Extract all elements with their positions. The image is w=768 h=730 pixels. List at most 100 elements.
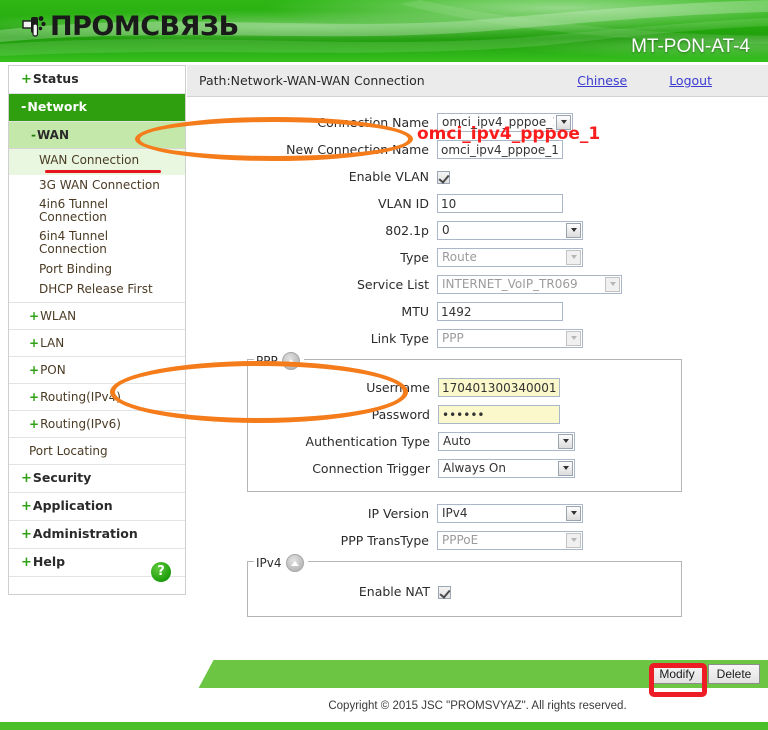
mtu-label: MTU — [401, 303, 429, 319]
type-value: Route — [442, 250, 477, 264]
enable-vlan-checkbox[interactable] — [437, 170, 450, 184]
expand-plus-icon: + — [21, 471, 32, 486]
sidebar-item-label: WAN — [36, 128, 70, 142]
chevron-down-icon[interactable] — [566, 222, 581, 238]
ip-version-select[interactable]: IPv4 — [437, 503, 583, 523]
help-question-icon[interactable]: ? — [151, 562, 171, 582]
sidebar-item-label: WLAN — [40, 309, 77, 323]
ppp-legend-label: PPP — [256, 354, 278, 368]
mtu-input[interactable] — [437, 302, 563, 322]
ipv4-panel-legend: IPv4 — [254, 554, 308, 572]
mtu-control — [437, 301, 563, 322]
sidebar-item-label: DHCP Release First — [39, 282, 153, 296]
row-ppp-transtype: PPP TransType PPPoE — [187, 529, 768, 551]
sidebar-item-lan[interactable]: +LAN — [9, 330, 185, 357]
ppp-transtype-control: PPPoE — [437, 530, 583, 550]
vlan-id-input[interactable] — [437, 194, 563, 214]
sidebar-item-dhcp-release-first[interactable]: DHCP Release First — [9, 279, 185, 303]
sidebar-item-pon[interactable]: +PON — [9, 357, 185, 384]
chevron-up-collapse-icon[interactable] — [281, 352, 300, 370]
row-username: Username — [248, 376, 681, 398]
sidebar-item-network[interactable]: -Network — [9, 94, 185, 122]
chevron-down-icon[interactable] — [558, 433, 573, 449]
row-auth-type: Authentication Type Auto — [248, 430, 681, 452]
sidebar-item-label: Help — [32, 554, 66, 569]
sidebar-item-4in6-tunnel-connection[interactable]: 4in6 Tunnel Connection — [9, 195, 185, 227]
ppp-transtype-select: PPPoE — [437, 530, 583, 550]
sidebar-item-label: 6in4 Tunnel Connection — [39, 229, 109, 256]
page-root: ПРОМСВЯЗЬ MT-PON-AT-4 +Status -Network -… — [0, 0, 768, 730]
expand-plus-icon: + — [21, 499, 32, 514]
sidebar-item-label: Network — [27, 99, 87, 114]
dot1p-select[interactable]: 0 — [437, 220, 583, 240]
sidebar-item-label: 4in6 Tunnel Connection — [39, 197, 109, 224]
enable-vlan-control — [437, 167, 450, 186]
sidebar-item-label: Port Locating — [29, 444, 108, 458]
device-model: MT-PON-AT-4 — [631, 36, 750, 57]
sidebar-item-application[interactable]: +Application — [9, 493, 185, 521]
sidebar-item-status[interactable]: +Status — [9, 66, 185, 94]
service-list-control: INTERNET_VoIP_TR069 — [437, 274, 622, 294]
auth-type-control: Auto — [438, 431, 575, 451]
link-type-select: PPP — [437, 328, 583, 348]
row-vlan-id: VLAN ID — [187, 192, 768, 214]
username-input[interactable] — [438, 378, 560, 398]
chevron-down-icon[interactable] — [558, 460, 573, 476]
sidebar-item-port-locating[interactable]: Port Locating — [9, 438, 185, 465]
row-link-type: Link Type PPP — [187, 327, 768, 349]
expand-plus-icon: + — [29, 417, 40, 431]
service-list-label: Service List — [356, 276, 429, 292]
delete-button[interactable]: Delete — [708, 664, 760, 684]
ppp-transtype-value: PPPoE — [442, 533, 479, 547]
dot1p-control: 0 — [437, 220, 583, 240]
modify-button[interactable]: Modify — [651, 664, 703, 684]
sidebar-item-6in4-tunnel-connection[interactable]: 6in4 Tunnel Connection — [9, 227, 185, 259]
logout-link[interactable]: Logout — [669, 73, 712, 88]
dot1p-value: 0 — [442, 223, 450, 237]
sidebar-item-administration[interactable]: +Administration — [9, 521, 185, 549]
sidebar-nav: +Status -Network -WAN WAN Connection 3G … — [8, 65, 186, 595]
chinese-language-link[interactable]: Chinese — [577, 73, 627, 88]
ip-version-control: IPv4 — [437, 503, 583, 523]
sidebar-item-wan[interactable]: -WAN — [9, 122, 185, 149]
connection-trigger-value: Always On — [443, 461, 506, 475]
collapse-minus-icon: - — [21, 100, 27, 115]
expand-plus-icon: + — [29, 309, 40, 323]
ppp-panel: PPP Username Password — [247, 352, 682, 492]
username-control — [438, 377, 560, 398]
sidebar-item-label: Routing(IPv6) — [40, 417, 121, 431]
sidebar-item-security[interactable]: +Security — [9, 465, 185, 493]
sidebar-item-routing-ipv4[interactable]: +Routing(IPv4) — [9, 384, 185, 411]
ip-version-label: IP Version — [367, 505, 429, 521]
ppp-panel-legend: PPP — [254, 352, 304, 370]
sidebar-item-3g-wan-connection[interactable]: 3G WAN Connection — [9, 175, 185, 195]
service-list-select: INTERNET_VoIP_TR069 — [437, 274, 622, 294]
link-type-value: PPP — [442, 331, 464, 345]
chevron-up-collapse-icon[interactable] — [285, 554, 304, 572]
row-connection-trigger: Connection Trigger Always On — [248, 457, 681, 479]
connection-trigger-select[interactable]: Always On — [438, 458, 575, 478]
chevron-down-icon[interactable] — [566, 505, 581, 521]
action-bar: Modify Delete — [187, 660, 768, 688]
sidebar-item-routing-ipv6[interactable]: +Routing(IPv6) — [9, 411, 185, 438]
password-input[interactable] — [438, 405, 560, 425]
brand-name: ПРОМСВЯЗЬ — [50, 11, 239, 42]
brand-logo: ПРОМСВЯЗЬ — [22, 12, 239, 42]
auth-type-select[interactable]: Auto — [438, 431, 575, 451]
link-type-control: PPP — [437, 328, 583, 348]
link-type-label: Link Type — [370, 330, 429, 346]
type-label: Type — [400, 249, 429, 265]
enable-nat-label: Enable NAT — [358, 583, 430, 599]
dot1p-label: 802.1p — [385, 222, 429, 238]
copyright-text: Copyright © 2015 JSC "PROMSVYAZ". All ri… — [328, 700, 627, 712]
main-content: Path:Network-WAN-WAN Connection Chinese … — [187, 65, 768, 657]
vlan-id-label: VLAN ID — [378, 195, 429, 211]
sidebar-item-wlan[interactable]: +WLAN — [9, 303, 185, 330]
sidebar-item-port-binding[interactable]: Port Binding — [9, 259, 185, 279]
enable-nat-checkbox[interactable] — [438, 585, 451, 599]
sidebar-item-label: Security — [32, 470, 92, 485]
body-wrapper: +Status -Network -WAN WAN Connection 3G … — [0, 62, 768, 660]
connection-trigger-control: Always On — [438, 458, 575, 478]
type-select: Route — [437, 247, 583, 267]
sidebar-item-wan-connection[interactable]: WAN Connection — [9, 149, 185, 175]
